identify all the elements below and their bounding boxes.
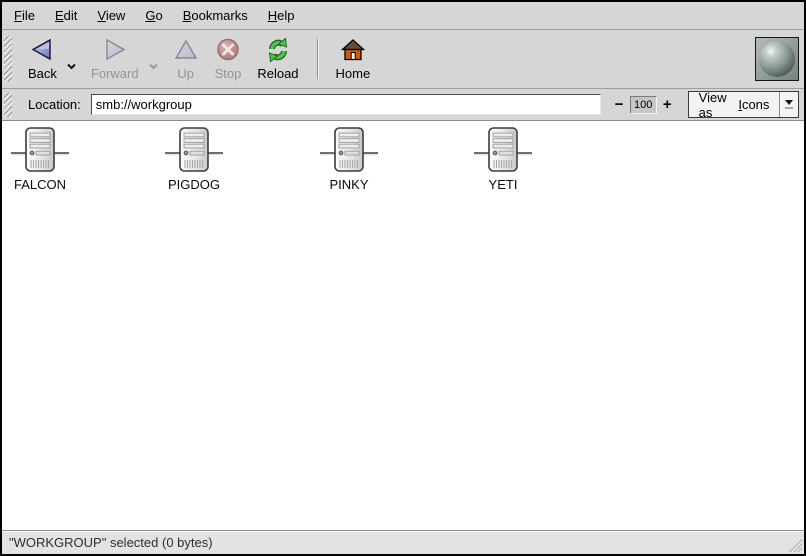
file-item-pinky[interactable]: PINKY <box>320 127 378 192</box>
file-item-pigdog[interactable]: PIGDOG <box>165 127 223 192</box>
menu-view[interactable]: View <box>87 3 135 28</box>
view-as-selector[interactable]: View as Icons <box>688 91 799 118</box>
menu-file[interactable]: File <box>4 3 45 28</box>
up-button: Up <box>165 34 207 84</box>
stop-label: Stop <box>215 66 242 81</box>
forward-label: Forward <box>91 66 139 81</box>
toolbar: Back Forward Up Stop <box>2 30 804 89</box>
back-history-chevron-icon[interactable] <box>66 63 77 70</box>
menu-bar: File Edit View Go Bookmarks Help <box>2 2 804 30</box>
stop-icon <box>215 37 241 63</box>
forward-arrow-icon <box>102 37 128 63</box>
dropdown-arrow-icon <box>779 92 798 117</box>
forward-button: Forward <box>83 34 147 84</box>
menu-bookmarks[interactable]: Bookmarks <box>173 3 258 28</box>
menu-help[interactable]: Help <box>258 3 305 28</box>
view-as-selector-label: View as Icons <box>689 92 780 117</box>
network-server-icon <box>165 127 223 173</box>
location-bar-drag-handle[interactable] <box>4 93 12 117</box>
home-button[interactable]: Home <box>328 34 379 84</box>
up-label: Up <box>177 66 194 81</box>
forward-history-chevron-icon <box>148 63 159 70</box>
home-icon <box>340 37 366 63</box>
reload-button[interactable]: Reload <box>249 34 306 84</box>
file-item-falcon[interactable]: FALCON <box>11 127 69 192</box>
menu-go[interactable]: Go <box>135 3 172 28</box>
back-arrow-icon <box>29 37 55 63</box>
throbber <box>755 37 799 81</box>
status-bar: "WORKGROUP" selected (0 bytes) <box>2 530 804 554</box>
file-label: PIGDOG <box>168 177 220 192</box>
location-label: Location: <box>28 97 81 112</box>
location-bar: Location: − 100 + View as Icons <box>2 89 804 121</box>
zoom-in-button[interactable]: + <box>660 95 675 114</box>
throbber-sphere-icon <box>759 41 795 77</box>
network-server-icon <box>11 127 69 173</box>
network-server-icon <box>474 127 532 173</box>
location-input[interactable] <box>91 94 601 115</box>
zoom-out-button[interactable]: − <box>612 95 627 114</box>
back-button[interactable]: Back <box>20 34 65 84</box>
toolbar-separator <box>317 39 318 79</box>
up-arrow-icon <box>173 37 199 63</box>
status-text: "WORKGROUP" selected (0 bytes) <box>9 535 213 550</box>
toolbar-drag-handle[interactable] <box>4 36 12 82</box>
resize-grip[interactable] <box>786 538 802 552</box>
back-label: Back <box>28 66 57 81</box>
file-item-yeti[interactable]: YETI <box>474 127 532 192</box>
reload-icon <box>265 37 291 63</box>
file-label: PINKY <box>329 177 368 192</box>
file-view[interactable]: FALCON PIGDOG <box>2 121 804 530</box>
menu-edit[interactable]: Edit <box>45 3 87 28</box>
stop-button: Stop <box>207 34 250 84</box>
zoom-level-indicator[interactable]: 100 <box>630 96 657 114</box>
file-label: FALCON <box>14 177 66 192</box>
reload-label: Reload <box>257 66 298 81</box>
file-label: YETI <box>489 177 518 192</box>
home-label: Home <box>336 66 371 81</box>
network-server-icon <box>320 127 378 173</box>
file-manager-window: File Edit View Go Bookmarks Help Back Fo… <box>0 0 806 556</box>
